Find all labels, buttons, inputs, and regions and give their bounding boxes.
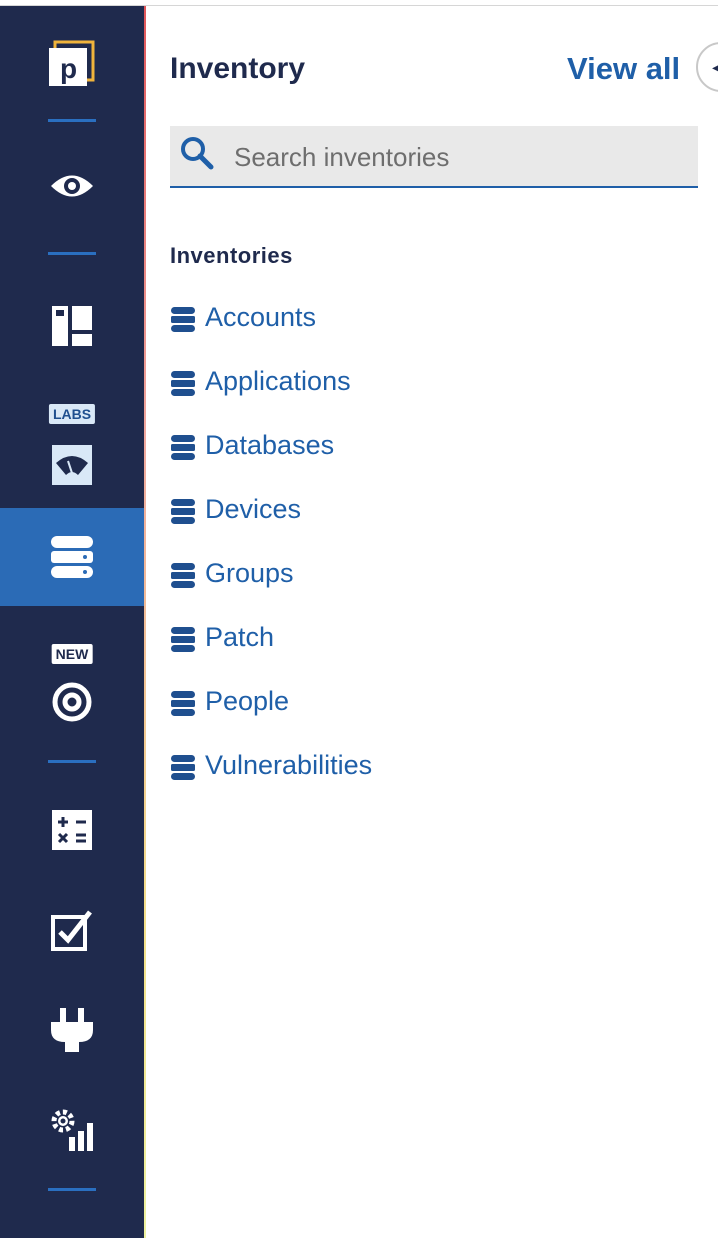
gear-chart-icon [51, 1109, 93, 1151]
sidebar-item-calculations[interactable] [0, 800, 144, 860]
database-icon [171, 691, 195, 716]
sidebar-separator [48, 252, 96, 255]
inventory-item-label: Applications [205, 366, 351, 396]
inventory-item-label: Accounts [205, 302, 317, 332]
database-icon [171, 371, 195, 396]
sidebar-item-tasks[interactable] [0, 900, 144, 960]
inventory-item-devices[interactable]: Devices [170, 490, 372, 554]
sidebar-separator [48, 119, 96, 122]
logo-icon: p [49, 40, 95, 86]
panel-title: Inventory [170, 52, 306, 85]
inventory-item-label: Devices [205, 494, 302, 524]
inventory-item-label: Vulnerabilities [205, 750, 373, 780]
sidebar: p LABS NEW [0, 6, 144, 1238]
inventory-item-label: Patch [205, 622, 275, 652]
database-icon [171, 627, 195, 652]
inventory-item-applications[interactable]: Applications [170, 362, 372, 426]
sidebar-item-integrations[interactable] [0, 1000, 144, 1060]
database-icon [171, 755, 195, 780]
database-icon [171, 307, 195, 332]
checkbox-icon [51, 910, 92, 951]
view-all-link[interactable]: View all [567, 51, 680, 87]
inventory-item-label: People [205, 686, 290, 716]
sidebar-item-new[interactable]: NEW [0, 642, 144, 722]
sidebar-separator [48, 1188, 96, 1191]
inventory-item-people[interactable]: People [170, 682, 372, 746]
chevron-left-icon: ◂ [712, 57, 718, 77]
sidebar-item-settings[interactable] [0, 1100, 144, 1160]
database-icon [51, 536, 93, 578]
sidebar-separator [48, 760, 96, 763]
database-icon [171, 435, 195, 460]
database-icon [171, 563, 195, 588]
search-icon [181, 137, 214, 170]
collapse-button[interactable]: ◂ [696, 42, 718, 92]
calculator-icon [52, 810, 92, 850]
search-box [170, 126, 698, 188]
inventory-item-groups[interactable]: Groups [170, 554, 372, 618]
inventory-item-patch[interactable]: Patch [170, 618, 372, 682]
labs-badge: LABS [48, 404, 96, 424]
eye-icon [51, 175, 93, 197]
logo-button[interactable]: p [0, 34, 144, 94]
svg-text:p: p [60, 53, 77, 84]
plug-icon [51, 1008, 93, 1052]
sidebar-edge [144, 6, 146, 1238]
inventory-item-accounts[interactable]: Accounts [170, 298, 372, 362]
section-heading: Inventories [170, 243, 293, 268]
dashboard-icon [52, 306, 92, 346]
inventory-item-vulnerabilities[interactable]: Vulnerabilities [170, 746, 372, 810]
sidebar-item-labs[interactable]: LABS [0, 404, 144, 485]
inventory-item-label: Databases [205, 430, 335, 460]
target-icon [52, 682, 92, 722]
sidebar-item-overview[interactable] [0, 156, 144, 216]
sidebar-item-inventory[interactable] [0, 508, 144, 606]
search-input[interactable] [232, 136, 686, 178]
inventory-item-databases[interactable]: Databases [170, 426, 372, 490]
sidebar-item-dashboards[interactable] [0, 296, 144, 356]
database-icon [171, 499, 195, 524]
gauge-icon [52, 445, 92, 485]
new-badge: NEW [51, 644, 93, 664]
inventory-list: Accounts Applications Databases Devices … [170, 298, 372, 810]
inventory-item-label: Groups [205, 558, 294, 588]
